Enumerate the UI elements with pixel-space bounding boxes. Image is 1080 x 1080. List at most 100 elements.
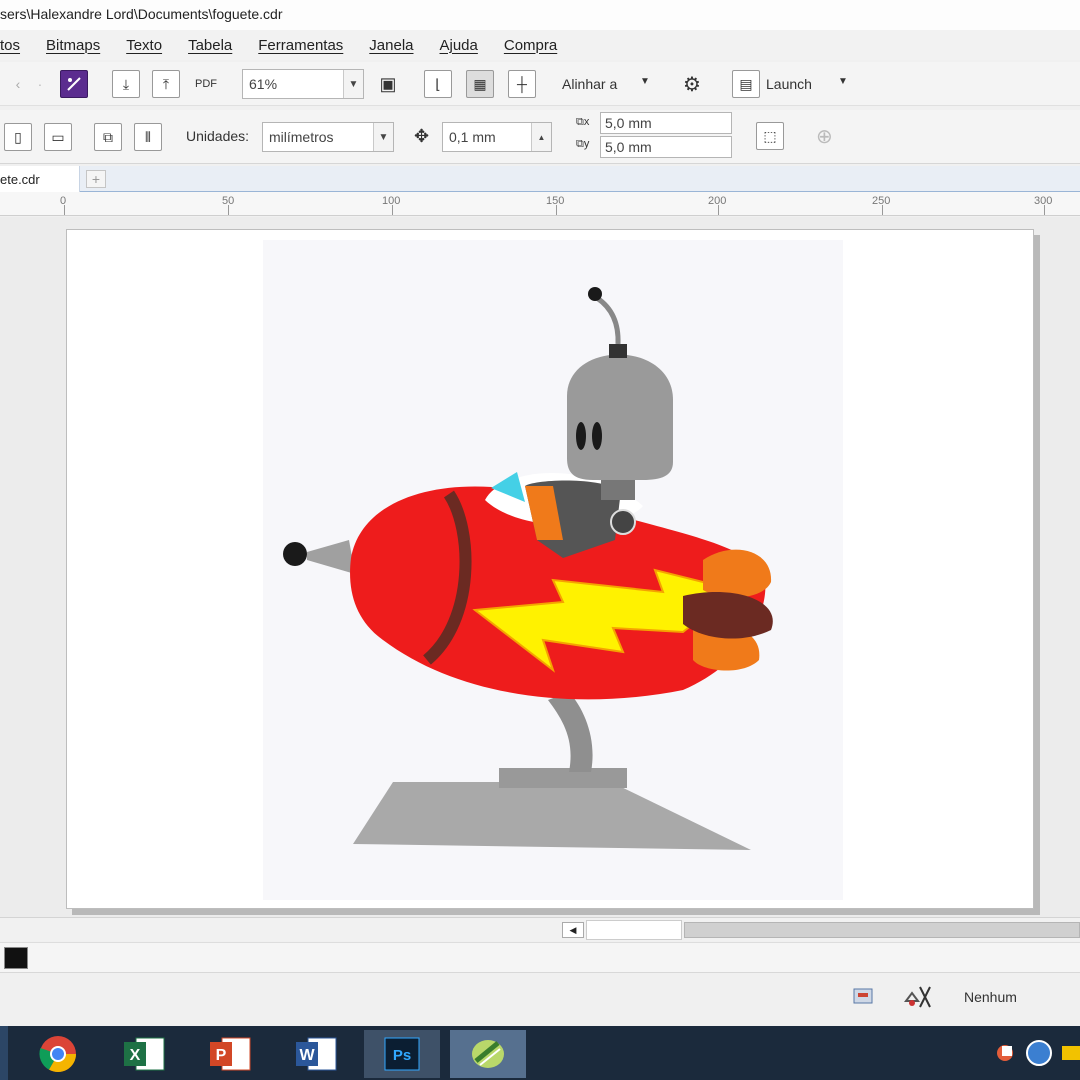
antenna-stem — [595, 295, 621, 345]
units-select[interactable]: milímetros ▼ — [262, 122, 394, 152]
svg-text:Ps: Ps — [393, 1047, 411, 1064]
corel-connect-icon[interactable] — [60, 70, 88, 98]
coreldraw-icon[interactable] — [450, 1030, 526, 1078]
ruler-label: 250 — [872, 195, 891, 207]
ruler-label: 200 — [708, 195, 727, 207]
windows-taskbar: X P W Ps — [0, 1026, 1080, 1080]
antenna-base — [609, 344, 627, 358]
robot-neck — [601, 480, 635, 500]
fill-status-label: Nenhum — [964, 989, 1017, 1005]
ruler-label: 300 — [1034, 195, 1053, 207]
zoom-level-combo[interactable]: 61% ▼ — [242, 69, 364, 99]
ruler-label: 100 — [382, 195, 401, 207]
launch-base[interactable] — [353, 782, 751, 850]
menu-bar: tos Bitmaps Texto Tabela Ferramentas Jan… — [0, 30, 1080, 60]
robot-eye-right — [592, 422, 602, 450]
excel-icon[interactable]: X — [106, 1030, 182, 1078]
duplicate-distance-y-value: 5,0 mm — [605, 139, 652, 155]
launch-label[interactable]: Launch — [766, 76, 812, 92]
tray-info-icon[interactable] — [1026, 1040, 1052, 1066]
zoom-level-value: 61% — [249, 76, 278, 92]
all-pages-icon[interactable]: ⧉ — [94, 123, 122, 151]
launch-app-icon[interactable]: ▤ — [732, 70, 760, 98]
guidelines-icon[interactable]: ┼ — [508, 70, 536, 98]
duplicate-distance-y-field[interactable]: 5,0 mm — [600, 136, 732, 158]
robot-head — [567, 354, 673, 480]
nudge-distance-value: 0,1 mm — [449, 129, 496, 145]
rocket-robot-artwork[interactable] — [263, 240, 843, 900]
nose-tip[interactable] — [283, 542, 307, 566]
duplicate-x-icon: ⧉x — [576, 116, 590, 128]
photoshop-icon[interactable]: Ps — [364, 1030, 440, 1078]
tab-document-label: ete.cdr — [0, 172, 40, 187]
grid-icon[interactable]: ▦ — [466, 70, 494, 98]
scroll-thumb[interactable] — [684, 922, 1080, 938]
robot-shoulder — [610, 509, 636, 535]
ruler-label: 0 — [60, 195, 67, 207]
launch-chevron-icon[interactable]: ▼ — [838, 76, 848, 87]
treat-as-filled-icon[interactable]: ⬚ — [756, 122, 784, 150]
rocket-stand[interactable] — [548, 692, 593, 772]
publish-pdf-icon[interactable]: PDF — [192, 70, 220, 98]
thruster-top — [703, 549, 772, 598]
import-icon[interactable]: ⤓ — [112, 70, 140, 98]
new-tab-button[interactable]: + — [86, 170, 106, 188]
portrait-page-icon[interactable]: ▯ — [4, 123, 32, 151]
chrome-icon[interactable] — [20, 1030, 96, 1078]
color-proof-icon[interactable] — [852, 985, 876, 1007]
horizontal-ruler[interactable]: 0 50 100 150 200 250 300 — [0, 192, 1080, 216]
tray-app-icon[interactable] — [994, 1042, 1016, 1064]
gear-icon[interactable]: ⚙ — [678, 70, 706, 98]
antenna-tip — [588, 287, 602, 301]
nose-spike[interactable] — [307, 540, 355, 574]
tray-folder-icon[interactable] — [1062, 1046, 1080, 1060]
palette-swatch-black[interactable] — [4, 947, 28, 969]
align-to-label[interactable]: Alinhar a — [562, 76, 617, 92]
robot-eye-left — [576, 422, 586, 450]
menu-item-table[interactable]: Tabela — [188, 37, 232, 54]
title-bar: sers\Halexandre Lord\Documents\foguete.c… — [0, 0, 1080, 30]
horizontal-scrollbar[interactable]: ◀ — [0, 917, 1080, 941]
svg-text:W: W — [299, 1047, 315, 1064]
powerpoint-icon[interactable]: P — [192, 1030, 268, 1078]
nudge-spinner[interactable]: ▲ — [531, 123, 551, 151]
duplicate-distance-x-field[interactable]: 5,0 mm — [600, 112, 732, 134]
property-bar: ▯ ▭ ⧉ ⫴ Unidades: milímetros ▼ ✥ 0,1 mm … — [0, 110, 1080, 164]
ruler-label: 50 — [222, 195, 235, 207]
full-screen-icon[interactable]: ▣ — [374, 70, 402, 98]
start-edge[interactable] — [0, 1026, 8, 1080]
svg-text:P: P — [216, 1047, 227, 1064]
menu-item-bitmaps[interactable]: Bitmaps — [46, 37, 100, 54]
landscape-page-icon[interactable]: ▭ — [44, 123, 72, 151]
add-icon[interactable]: ⊕ — [816, 124, 833, 149]
ruler-label: 150 — [546, 195, 565, 207]
menu-item-buy[interactable]: Compra — [504, 37, 557, 54]
document-palette — [0, 942, 1080, 972]
document-tabs: ete.cdr + — [0, 166, 1080, 192]
align-chevron-icon[interactable]: ▼ — [640, 76, 650, 87]
snap-to-icon[interactable]: ⌊ — [424, 70, 452, 98]
scroll-left-button[interactable]: ◀ — [562, 922, 584, 938]
nudge-distance-field[interactable]: 0,1 mm ▲ — [442, 122, 552, 152]
page-navigator[interactable] — [586, 920, 682, 940]
drawing-workspace[interactable] — [0, 217, 1080, 917]
chevron-down-icon[interactable]: ▼ — [343, 70, 363, 98]
status-bar: Nenhum — [0, 972, 1080, 1026]
tab-document[interactable]: ete.cdr — [0, 166, 80, 192]
word-icon[interactable]: W — [278, 1030, 354, 1078]
menu-item-text[interactable]: Texto — [126, 37, 162, 54]
document-page[interactable] — [66, 229, 1034, 909]
menu-item-help[interactable]: Ajuda — [440, 37, 478, 54]
base-plate[interactable] — [499, 768, 627, 788]
menu-item-tools-2[interactable]: Ferramentas — [258, 37, 343, 54]
export-icon[interactable]: ⤒ — [152, 70, 180, 98]
menu-item-tools[interactable]: tos — [0, 37, 20, 54]
units-value: milímetros — [269, 129, 334, 145]
current-page-icon[interactable]: ⫴ — [134, 123, 162, 151]
redo-icon[interactable]: · — [26, 70, 54, 98]
menu-item-window[interactable]: Janela — [369, 37, 413, 54]
fill-none-icon — [902, 983, 932, 1011]
nudge-icon: ✥ — [414, 126, 430, 146]
duplicate-distance-x-value: 5,0 mm — [605, 115, 652, 131]
chevron-down-icon[interactable]: ▼ — [373, 123, 393, 151]
